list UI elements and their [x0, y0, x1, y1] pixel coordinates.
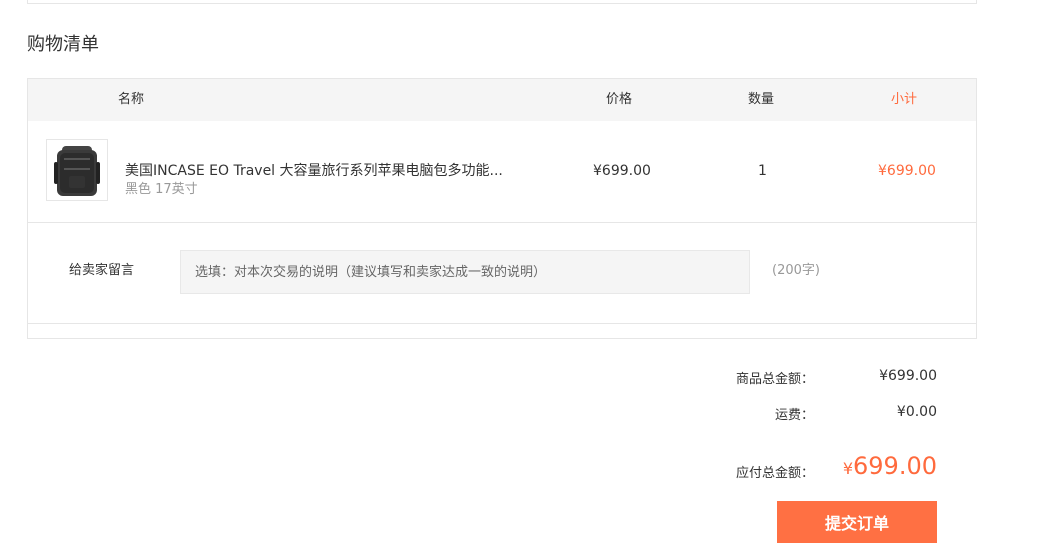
product-quantity: 1 [758, 163, 767, 179]
seller-message-input[interactable] [180, 250, 750, 294]
payable-total-label: 应付总金额： [735, 466, 814, 481]
message-row: 给卖家留言 (200字) [28, 223, 976, 324]
submit-order-button[interactable]: 提交订单 [777, 501, 937, 543]
section-title: 购物清单 [27, 34, 99, 55]
payable-total-value: ¥699.00 [843, 452, 937, 480]
table-row: 美国INCASE EO Travel 大容量旅行系列苹果电脑包多功能... 黑色… [28, 121, 976, 223]
header-quantity: 数量 [748, 92, 775, 107]
header-subtotal: 小计 [891, 92, 918, 107]
payable-amount: 699.00 [853, 452, 937, 480]
message-char-limit: (200字) [772, 263, 820, 278]
previous-section-box [27, 0, 977, 4]
shipping-value: ¥0.00 [896, 404, 937, 420]
product-thumbnail[interactable] [46, 139, 108, 201]
header-price: 价格 [606, 92, 633, 107]
product-subtotal: ¥699.00 [878, 163, 936, 179]
goods-total-label: 商品总金额： [735, 372, 814, 387]
product-title[interactable]: 美国INCASE EO Travel 大容量旅行系列苹果电脑包多功能... [125, 162, 503, 180]
currency-symbol: ¥ [842, 459, 854, 478]
goods-total-value: ¥699.00 [879, 368, 937, 384]
table-header: 名称 价格 数量 小计 [28, 79, 976, 121]
shopping-list-table: 名称 价格 数量 小计 美国INCASE EO Travel 大容量旅行系列苹果… [27, 78, 977, 339]
shipping-label: 运费： [774, 408, 814, 423]
message-label: 给卖家留言 [69, 263, 135, 278]
backpack-icon [54, 146, 100, 196]
product-price: ¥699.00 [593, 163, 651, 179]
product-spec: 黑色 17英寸 [125, 182, 198, 197]
header-name: 名称 [118, 92, 145, 107]
